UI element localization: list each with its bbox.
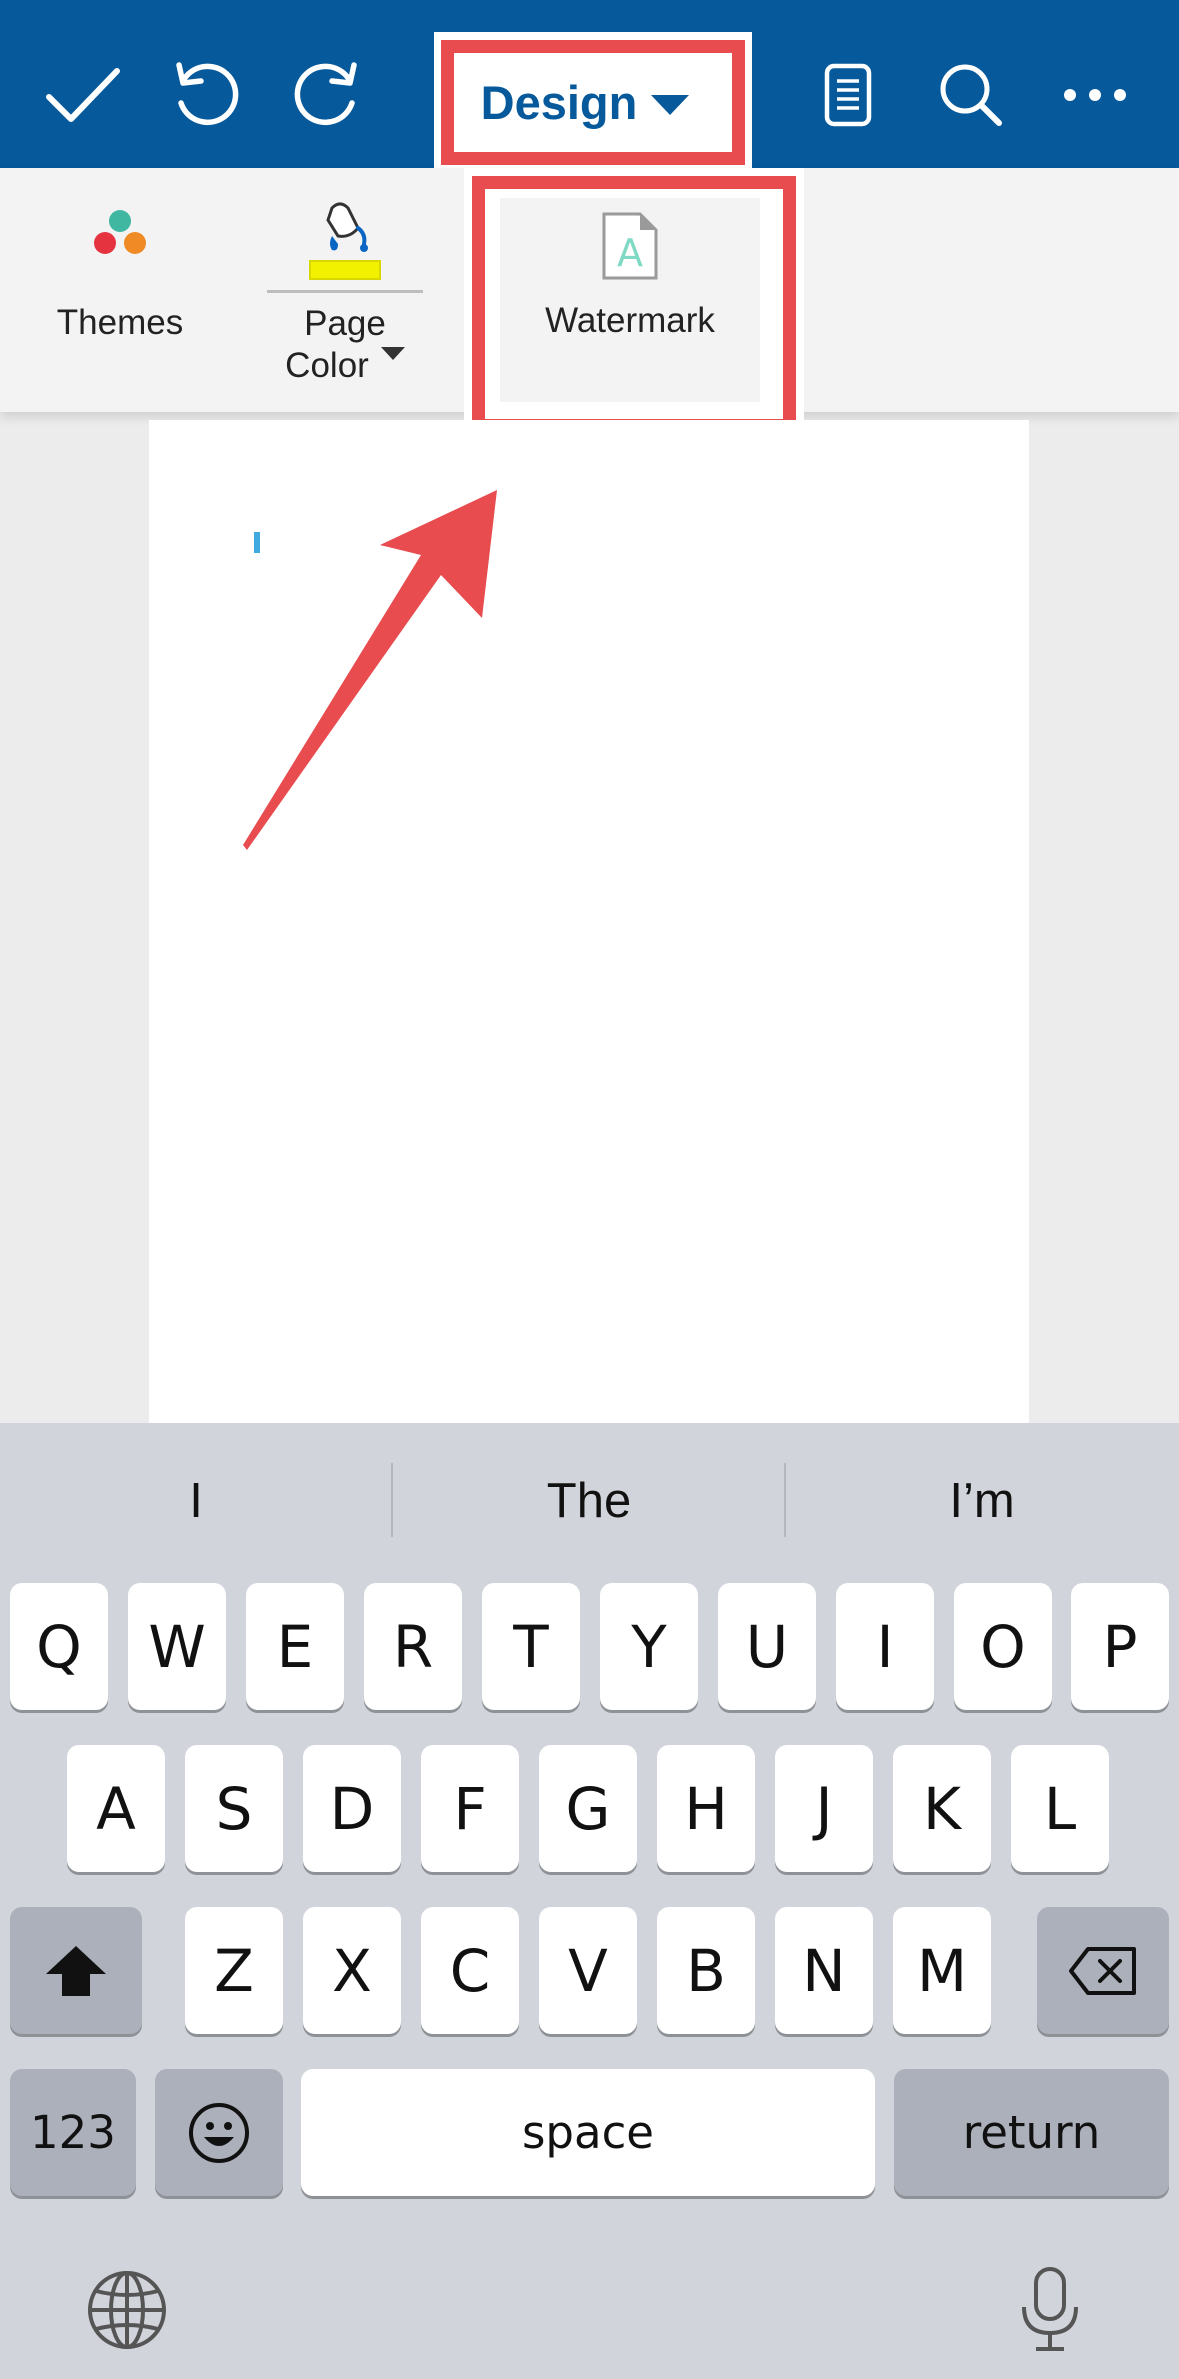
key-w[interactable]: W xyxy=(128,1583,226,1710)
emoji-icon xyxy=(189,2102,249,2163)
key-h[interactable]: H xyxy=(657,1745,755,1872)
space-key[interactable]: space xyxy=(301,2069,875,2196)
key-o[interactable]: O xyxy=(954,1583,1052,1710)
numbers-key[interactable]: 123 xyxy=(10,2069,136,2196)
key-v[interactable]: V xyxy=(539,1907,637,2034)
key-g[interactable]: G xyxy=(539,1745,637,1872)
key-u[interactable]: U xyxy=(718,1583,816,1710)
key-s[interactable]: S xyxy=(185,1745,283,1872)
key-x[interactable]: X xyxy=(303,1907,401,2034)
key-k[interactable]: K xyxy=(893,1745,991,1872)
key-n[interactable]: N xyxy=(775,1907,873,2034)
emoji-key[interactable] xyxy=(155,2069,283,2196)
backspace-icon xyxy=(1069,1946,1136,1995)
key-f[interactable]: F xyxy=(421,1745,519,1872)
suggestion-1[interactable]: I xyxy=(0,1423,392,1578)
key-l[interactable]: L xyxy=(1011,1745,1109,1872)
key-q[interactable]: Q xyxy=(10,1583,108,1710)
suggestion-2[interactable]: The xyxy=(393,1423,785,1578)
key-t[interactable]: T xyxy=(482,1583,580,1710)
key-c[interactable]: C xyxy=(421,1907,519,2034)
key-m[interactable]: M xyxy=(893,1907,991,2034)
key-r[interactable]: R xyxy=(364,1583,462,1710)
key-z[interactable]: Z xyxy=(185,1907,283,2034)
key-e[interactable]: E xyxy=(246,1583,344,1710)
key-p[interactable]: P xyxy=(1071,1583,1169,1710)
globe-icon[interactable] xyxy=(86,2269,168,2351)
key-y[interactable]: Y xyxy=(600,1583,698,1710)
microphone-icon[interactable] xyxy=(1018,2265,1082,2355)
annotation-arrow xyxy=(243,490,497,850)
shift-key[interactable] xyxy=(10,1907,142,2034)
on-screen-keyboard: I The I’m Q W E R T Y U I O P A S D F G … xyxy=(0,1423,1179,2379)
key-b[interactable]: B xyxy=(657,1907,755,2034)
suggestion-3[interactable]: I’m xyxy=(786,1423,1178,1578)
key-a[interactable]: A xyxy=(67,1745,165,1872)
shift-icon xyxy=(46,1945,106,1996)
key-d[interactable]: D xyxy=(303,1745,401,1872)
delete-key[interactable] xyxy=(1037,1907,1169,2034)
key-j[interactable]: J xyxy=(775,1745,873,1872)
return-key[interactable]: return xyxy=(894,2069,1169,2196)
key-i[interactable]: I xyxy=(836,1583,934,1710)
